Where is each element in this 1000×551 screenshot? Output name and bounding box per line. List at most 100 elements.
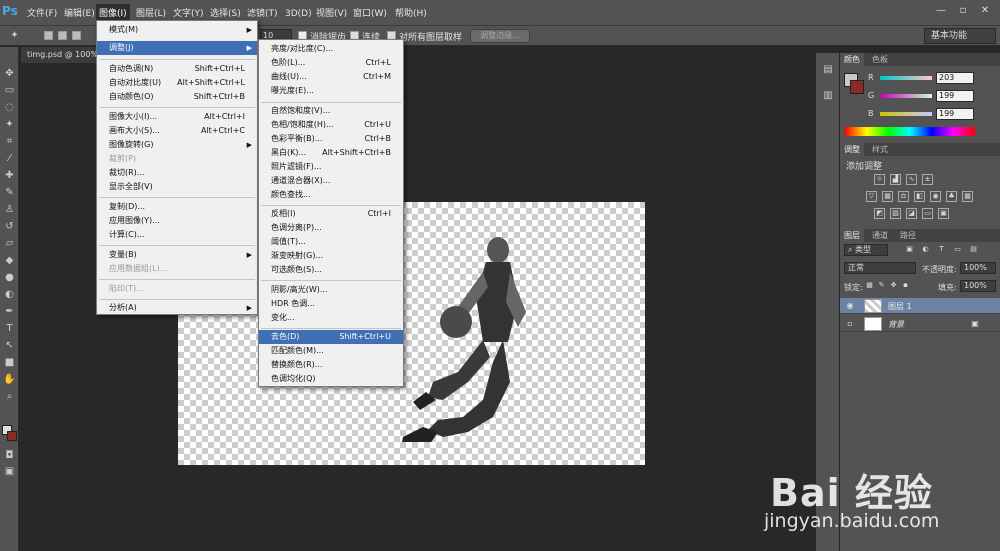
layer-row[interactable]: ▫ 背景 ▣: [840, 316, 1000, 332]
menu-item-image-rotation[interactable]: 图像旋转(G) ▶: [97, 138, 257, 152]
hue-saturation-icon[interactable]: ▦: [882, 191, 893, 202]
crop-tool-icon[interactable]: ⌗: [3, 135, 16, 148]
tab-color[interactable]: 颜色: [840, 53, 864, 66]
restore-icon[interactable]: ▫: [952, 4, 974, 18]
shape-tool-icon[interactable]: ■: [3, 356, 16, 369]
background-swatch[interactable]: [850, 80, 864, 94]
background-color-swatch[interactable]: [7, 431, 17, 441]
lock-transparent-icon[interactable]: ▦: [864, 281, 875, 292]
menu-item-curves[interactable]: 曲线(U)... Ctrl+M: [259, 70, 403, 84]
menu-view[interactable]: 视图(V): [313, 7, 350, 21]
red-slider[interactable]: [880, 76, 932, 80]
tab-swatches[interactable]: 色板: [868, 53, 892, 66]
menu-item-hue-saturation[interactable]: 色相/饱和度(H)... Ctrl+U: [259, 118, 403, 132]
lock-all-icon[interactable]: ▪: [900, 281, 911, 292]
move-tool-icon[interactable]: ✥: [3, 67, 16, 80]
properties-panel-icon[interactable]: ▥: [821, 89, 835, 103]
tab-adjustments[interactable]: 调整: [840, 143, 864, 156]
menu-help[interactable]: 帮助(H): [392, 7, 430, 21]
menu-item-auto-color[interactable]: 自动颜色(O) Shift+Ctrl+B: [97, 90, 257, 104]
tab-styles[interactable]: 样式: [868, 143, 892, 156]
menu-item-apply-image[interactable]: 应用图像(Y)...: [97, 214, 257, 228]
filter-adjustment-icon[interactable]: ◐: [920, 245, 931, 256]
menu-type[interactable]: 文字(Y): [170, 7, 207, 21]
close-icon[interactable]: ✕: [974, 4, 996, 18]
color-lookup-icon[interactable]: ▦: [962, 191, 973, 202]
blue-value-input[interactable]: 199: [936, 108, 974, 120]
eyedropper-tool-icon[interactable]: ⁄: [3, 152, 16, 165]
magic-wand-icon[interactable]: ✦: [8, 29, 21, 42]
channel-mixer-icon[interactable]: ♣: [946, 191, 957, 202]
tab-channels[interactable]: 通道: [868, 229, 892, 242]
invert-icon[interactable]: ◩: [874, 208, 885, 219]
pen-tool-icon[interactable]: ✒: [3, 305, 16, 318]
levels-icon[interactable]: ▟: [890, 174, 901, 185]
new-selection-icon[interactable]: [44, 31, 53, 40]
green-value-input[interactable]: 199: [936, 90, 974, 102]
type-tool-icon[interactable]: T: [3, 322, 16, 335]
menu-item-vibrance[interactable]: 自然饱和度(V)...: [259, 104, 403, 118]
menu-item-channel-mixer[interactable]: 通道混合器(X)...: [259, 174, 403, 188]
green-slider[interactable]: [880, 94, 932, 98]
menu-item-brightness-contrast[interactable]: 亮度/对比度(C)...: [259, 42, 403, 56]
menu-item-color-balance[interactable]: 色彩平衡(B)... Ctrl+B: [259, 132, 403, 146]
menu-item-trim[interactable]: 裁切(R)...: [97, 166, 257, 180]
menu-item-invert[interactable]: 反相(I) Ctrl+I: [259, 207, 403, 221]
filter-smart-icon[interactable]: ▤: [968, 245, 979, 256]
menu-item-hdr-toning[interactable]: HDR 色调...: [259, 297, 403, 311]
photo-filter-icon[interactable]: ◉: [930, 191, 941, 202]
menu-edit[interactable]: 编辑(E): [61, 7, 98, 21]
menu-item-equalize[interactable]: 色调均化(Q): [259, 372, 403, 386]
menu-item-auto-contrast[interactable]: 自动对比度(U) Alt+Shift+Ctrl+L: [97, 76, 257, 90]
menu-window[interactable]: 窗口(W): [350, 7, 390, 21]
menu-item-calculations[interactable]: 计算(C)...: [97, 228, 257, 242]
exposure-icon[interactable]: ±: [922, 174, 933, 185]
menu-item-replace-color[interactable]: 替换颜色(R)...: [259, 358, 403, 372]
blue-slider[interactable]: [880, 112, 932, 116]
quick-mask-icon[interactable]: ◘: [3, 449, 16, 462]
menu-item-gradient-map[interactable]: 渐变映射(G)...: [259, 249, 403, 263]
opacity-input[interactable]: 100%: [960, 262, 996, 274]
refine-edge-button[interactable]: 调整边缘...: [470, 29, 530, 43]
healing-tool-icon[interactable]: ✚: [3, 169, 16, 182]
layer-row[interactable]: ◉ 图层 1: [840, 298, 1000, 314]
menu-item-mode[interactable]: 模式(M) ▶: [97, 23, 257, 37]
menu-3d[interactable]: 3D(D): [282, 7, 315, 21]
dodge-tool-icon[interactable]: ◐: [3, 288, 16, 301]
menu-item-photo-filter[interactable]: 照片滤镜(F)...: [259, 160, 403, 174]
selective-color-icon[interactable]: ▣: [938, 208, 949, 219]
menu-select[interactable]: 选择(S): [207, 7, 244, 21]
menu-item-reveal-all[interactable]: 显示全部(V): [97, 180, 257, 194]
menu-filter[interactable]: 滤镜(T): [244, 7, 281, 21]
color-balance-icon[interactable]: ⚖: [898, 191, 909, 202]
lock-position-icon[interactable]: ✥: [888, 281, 899, 292]
color-spectrum[interactable]: [845, 127, 975, 136]
menu-item-image-size[interactable]: 图像大小(I)... Alt+Ctrl+I: [97, 110, 257, 124]
workspace-select[interactable]: 基本功能: [924, 28, 996, 44]
visibility-box-icon[interactable]: ▫: [845, 319, 855, 329]
subtract-selection-icon[interactable]: [72, 31, 81, 40]
filter-pixel-icon[interactable]: ▣: [904, 245, 915, 256]
menu-item-selective-color[interactable]: 可选颜色(S)...: [259, 263, 403, 277]
stamp-tool-icon[interactable]: ♙: [3, 203, 16, 216]
path-select-tool-icon[interactable]: ↖: [3, 339, 16, 352]
brush-tool-icon[interactable]: ✎: [3, 186, 16, 199]
menu-item-posterize[interactable]: 色调分离(P)...: [259, 221, 403, 235]
curves-icon[interactable]: ∿: [906, 174, 917, 185]
vibrance-icon[interactable]: ▽: [866, 191, 877, 202]
marquee-tool-icon[interactable]: ▭: [3, 84, 16, 97]
menu-item-variables[interactable]: 变量(B) ▶: [97, 248, 257, 262]
menu-item-desaturate[interactable]: 去色(D) Shift+Ctrl+U: [259, 330, 403, 344]
document-tab[interactable]: timg.psd @ 100%: [21, 47, 99, 63]
add-selection-icon[interactable]: [58, 31, 67, 40]
menu-item-exposure[interactable]: 曝光度(E)...: [259, 84, 403, 98]
screen-mode-icon[interactable]: ▣: [3, 465, 16, 478]
eraser-tool-icon[interactable]: ▱: [3, 237, 16, 250]
menu-item-canvas-size[interactable]: 画布大小(S)... Alt+Ctrl+C: [97, 124, 257, 138]
blend-mode-select[interactable]: 正常: [844, 262, 916, 274]
magic-wand-tool-icon[interactable]: ✦: [3, 118, 16, 131]
posterize-icon[interactable]: ▨: [890, 208, 901, 219]
menu-item-duplicate[interactable]: 复制(D)...: [97, 200, 257, 214]
history-panel-icon[interactable]: ▤: [821, 63, 835, 77]
menu-item-levels[interactable]: 色阶(L)... Ctrl+L: [259, 56, 403, 70]
